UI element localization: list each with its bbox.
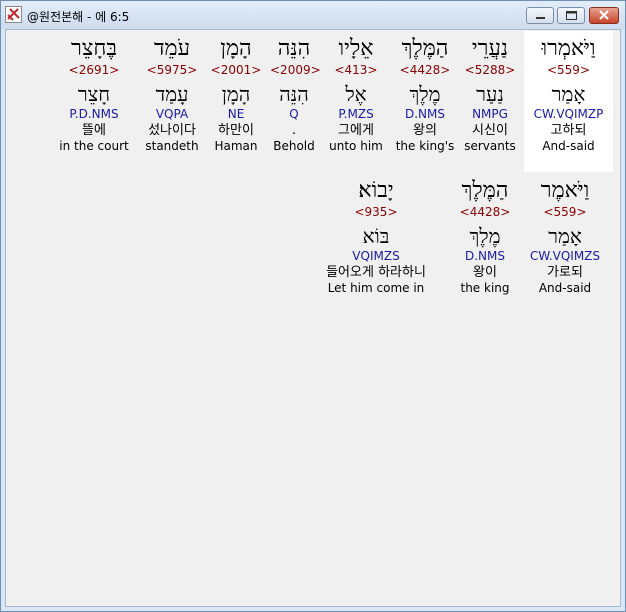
hebrew-word: הַמֶּלֶךְ bbox=[401, 36, 449, 61]
word-card[interactable]: הַמֶּלֶךְ <4428> מֶלֶךְ D.NMS 왕이 the kin… bbox=[451, 178, 519, 296]
korean-gloss: 들어오게 하라하니 bbox=[326, 265, 426, 280]
hebrew-word: בֶּחָצֵר bbox=[71, 36, 117, 61]
strong-number[interactable]: <5975> bbox=[140, 62, 204, 78]
strong-number[interactable]: <2691> bbox=[56, 62, 132, 78]
close-icon bbox=[599, 10, 609, 20]
english-gloss: Let him come in bbox=[327, 281, 425, 295]
korean-gloss: 가로되 bbox=[547, 265, 583, 280]
english-gloss: the king's bbox=[395, 139, 455, 153]
morphology-code: NMPG bbox=[472, 107, 508, 121]
app-icon bbox=[5, 6, 22, 23]
minimize-button[interactable] bbox=[526, 7, 554, 24]
korean-gloss: 왕의 bbox=[413, 123, 437, 138]
word-card[interactable]: נַעֲרֵי <5288> נַעַר NMPG 시신이 servants bbox=[459, 36, 521, 154]
word-card[interactable]: הָמָן <2001> הָמָן NE 하만이 Haman bbox=[210, 36, 262, 154]
word-card[interactable]: יָבוֹא׃ <935> בּוֹא VQIMZS 들어오게 하라하니 Let… bbox=[311, 178, 441, 296]
morphology-code: D.NMS bbox=[404, 107, 445, 121]
korean-gloss: 왕이 bbox=[473, 265, 497, 280]
hebrew-word: וַיֹּאמְרוּ bbox=[541, 36, 596, 61]
morphology-code: CW.VQIMZP bbox=[533, 107, 604, 121]
english-gloss: servants bbox=[464, 139, 516, 153]
korean-gloss: 고하되 bbox=[550, 123, 587, 138]
morphology-code: NE bbox=[227, 107, 245, 121]
lemma: חָצֵר bbox=[77, 82, 111, 106]
close-button[interactable] bbox=[589, 7, 619, 24]
strong-number[interactable]: <413> bbox=[327, 62, 385, 78]
strong-number[interactable]: <2001> bbox=[210, 62, 262, 78]
strong-number[interactable]: <2009> bbox=[270, 62, 321, 78]
title-bar[interactable]: @원전본해 - 에 6:5 bbox=[1, 1, 625, 29]
interlinear-view[interactable]: וַיֹּאמְרוּ <559> אָמַר CW.VQIMZP 고하되 An… bbox=[5, 29, 621, 607]
lemma: מֶלֶךְ bbox=[409, 82, 441, 106]
strong-number[interactable]: <559> bbox=[524, 62, 613, 78]
lemma: נַעַר bbox=[476, 82, 504, 106]
strong-number[interactable]: <559> bbox=[524, 204, 606, 220]
word-card[interactable]: הַמֶּלֶךְ <4428> מֶלֶךְ D.NMS 왕의 the kin… bbox=[392, 36, 458, 154]
lemma: הִנֵּה bbox=[279, 82, 309, 106]
hebrew-word: הָמָן bbox=[220, 36, 252, 61]
lemma: אָמַר bbox=[551, 82, 586, 106]
hebrew-word: נַעֲרֵי bbox=[471, 36, 509, 61]
lemma: הָמָן bbox=[221, 82, 251, 106]
morphology-code: VQIMZS bbox=[352, 249, 400, 263]
korean-gloss: 하만이 bbox=[218, 123, 254, 138]
korean-gloss: 뜰에 bbox=[82, 123, 106, 138]
word-card[interactable]: וַיֹּאמֶר <559> אָמַר CW.VQIMZS 가로되 And-… bbox=[524, 178, 606, 296]
morphology-code: Q bbox=[289, 107, 299, 121]
korean-gloss: 섰나이다 bbox=[148, 123, 196, 138]
strong-number[interactable]: <935> bbox=[311, 204, 441, 220]
lemma: אֶל bbox=[345, 82, 367, 106]
english-gloss: in the court bbox=[59, 139, 129, 153]
morphology-code: D.NMS bbox=[464, 249, 505, 263]
lemma: עָמַד bbox=[155, 82, 189, 106]
english-gloss: the king bbox=[460, 281, 510, 295]
english-gloss: unto him bbox=[329, 139, 383, 153]
hebrew-word: הַמֶּלֶךְ bbox=[461, 178, 509, 203]
korean-gloss: 그에게 bbox=[338, 123, 374, 138]
word-card[interactable]: הִנֵּה <2009> הִנֵּה Q . Behold bbox=[270, 36, 321, 154]
english-gloss: And-said bbox=[542, 139, 595, 153]
hebrew-word: אֵלָיו bbox=[338, 36, 374, 61]
hebrew-word: הִנֵּה bbox=[277, 36, 311, 61]
strong-number[interactable]: <4428> bbox=[451, 204, 519, 220]
morphology-code: P.D.NMS bbox=[69, 107, 119, 121]
maximize-button[interactable] bbox=[557, 7, 585, 24]
strong-number[interactable]: <4428> bbox=[392, 62, 458, 78]
korean-gloss: . bbox=[291, 123, 297, 138]
hebrew-word: עֹמֵד bbox=[153, 36, 191, 61]
morphology-code: P.MZS bbox=[338, 107, 374, 121]
maximize-icon bbox=[566, 11, 577, 20]
morphology-code: VQPA bbox=[155, 107, 189, 121]
english-gloss: And-said bbox=[538, 281, 592, 295]
word-card[interactable]: בֶּחָצֵר <2691> חָצֵר P.D.NMS 뜰에 in the … bbox=[56, 36, 132, 154]
korean-gloss: 시신이 bbox=[472, 123, 508, 138]
lemma: אָמַר bbox=[548, 224, 582, 248]
word-card[interactable]: וַיֹּאמְרוּ <559> אָמַר CW.VQIMZP 고하되 An… bbox=[524, 36, 613, 154]
english-gloss: standeth bbox=[145, 139, 199, 153]
window-title: @원전본해 - 에 6:5 bbox=[27, 10, 130, 24]
english-gloss: Haman bbox=[214, 139, 258, 153]
english-gloss: Behold bbox=[273, 139, 315, 153]
word-card[interactable]: עֹמֵד <5975> עָמַד VQPA 섰나이다 standeth bbox=[140, 36, 204, 154]
word-card[interactable]: אֵלָיו <413> אֶל P.MZS 그에게 unto him bbox=[327, 36, 385, 154]
minimize-icon bbox=[536, 17, 545, 19]
strong-number[interactable]: <5288> bbox=[459, 62, 521, 78]
morphology-code: CW.VQIMZS bbox=[529, 249, 601, 263]
app-window: @원전본해 - 에 6:5 וַיֹּאמְרוּ <559> אָמַר CW… bbox=[0, 0, 626, 612]
lemma: מֶלֶךְ bbox=[469, 224, 501, 248]
hebrew-word: וַיֹּאמֶר bbox=[540, 178, 590, 203]
lemma: בּוֹא bbox=[362, 224, 390, 248]
hebrew-word: יָבוֹא׃ bbox=[358, 178, 394, 203]
